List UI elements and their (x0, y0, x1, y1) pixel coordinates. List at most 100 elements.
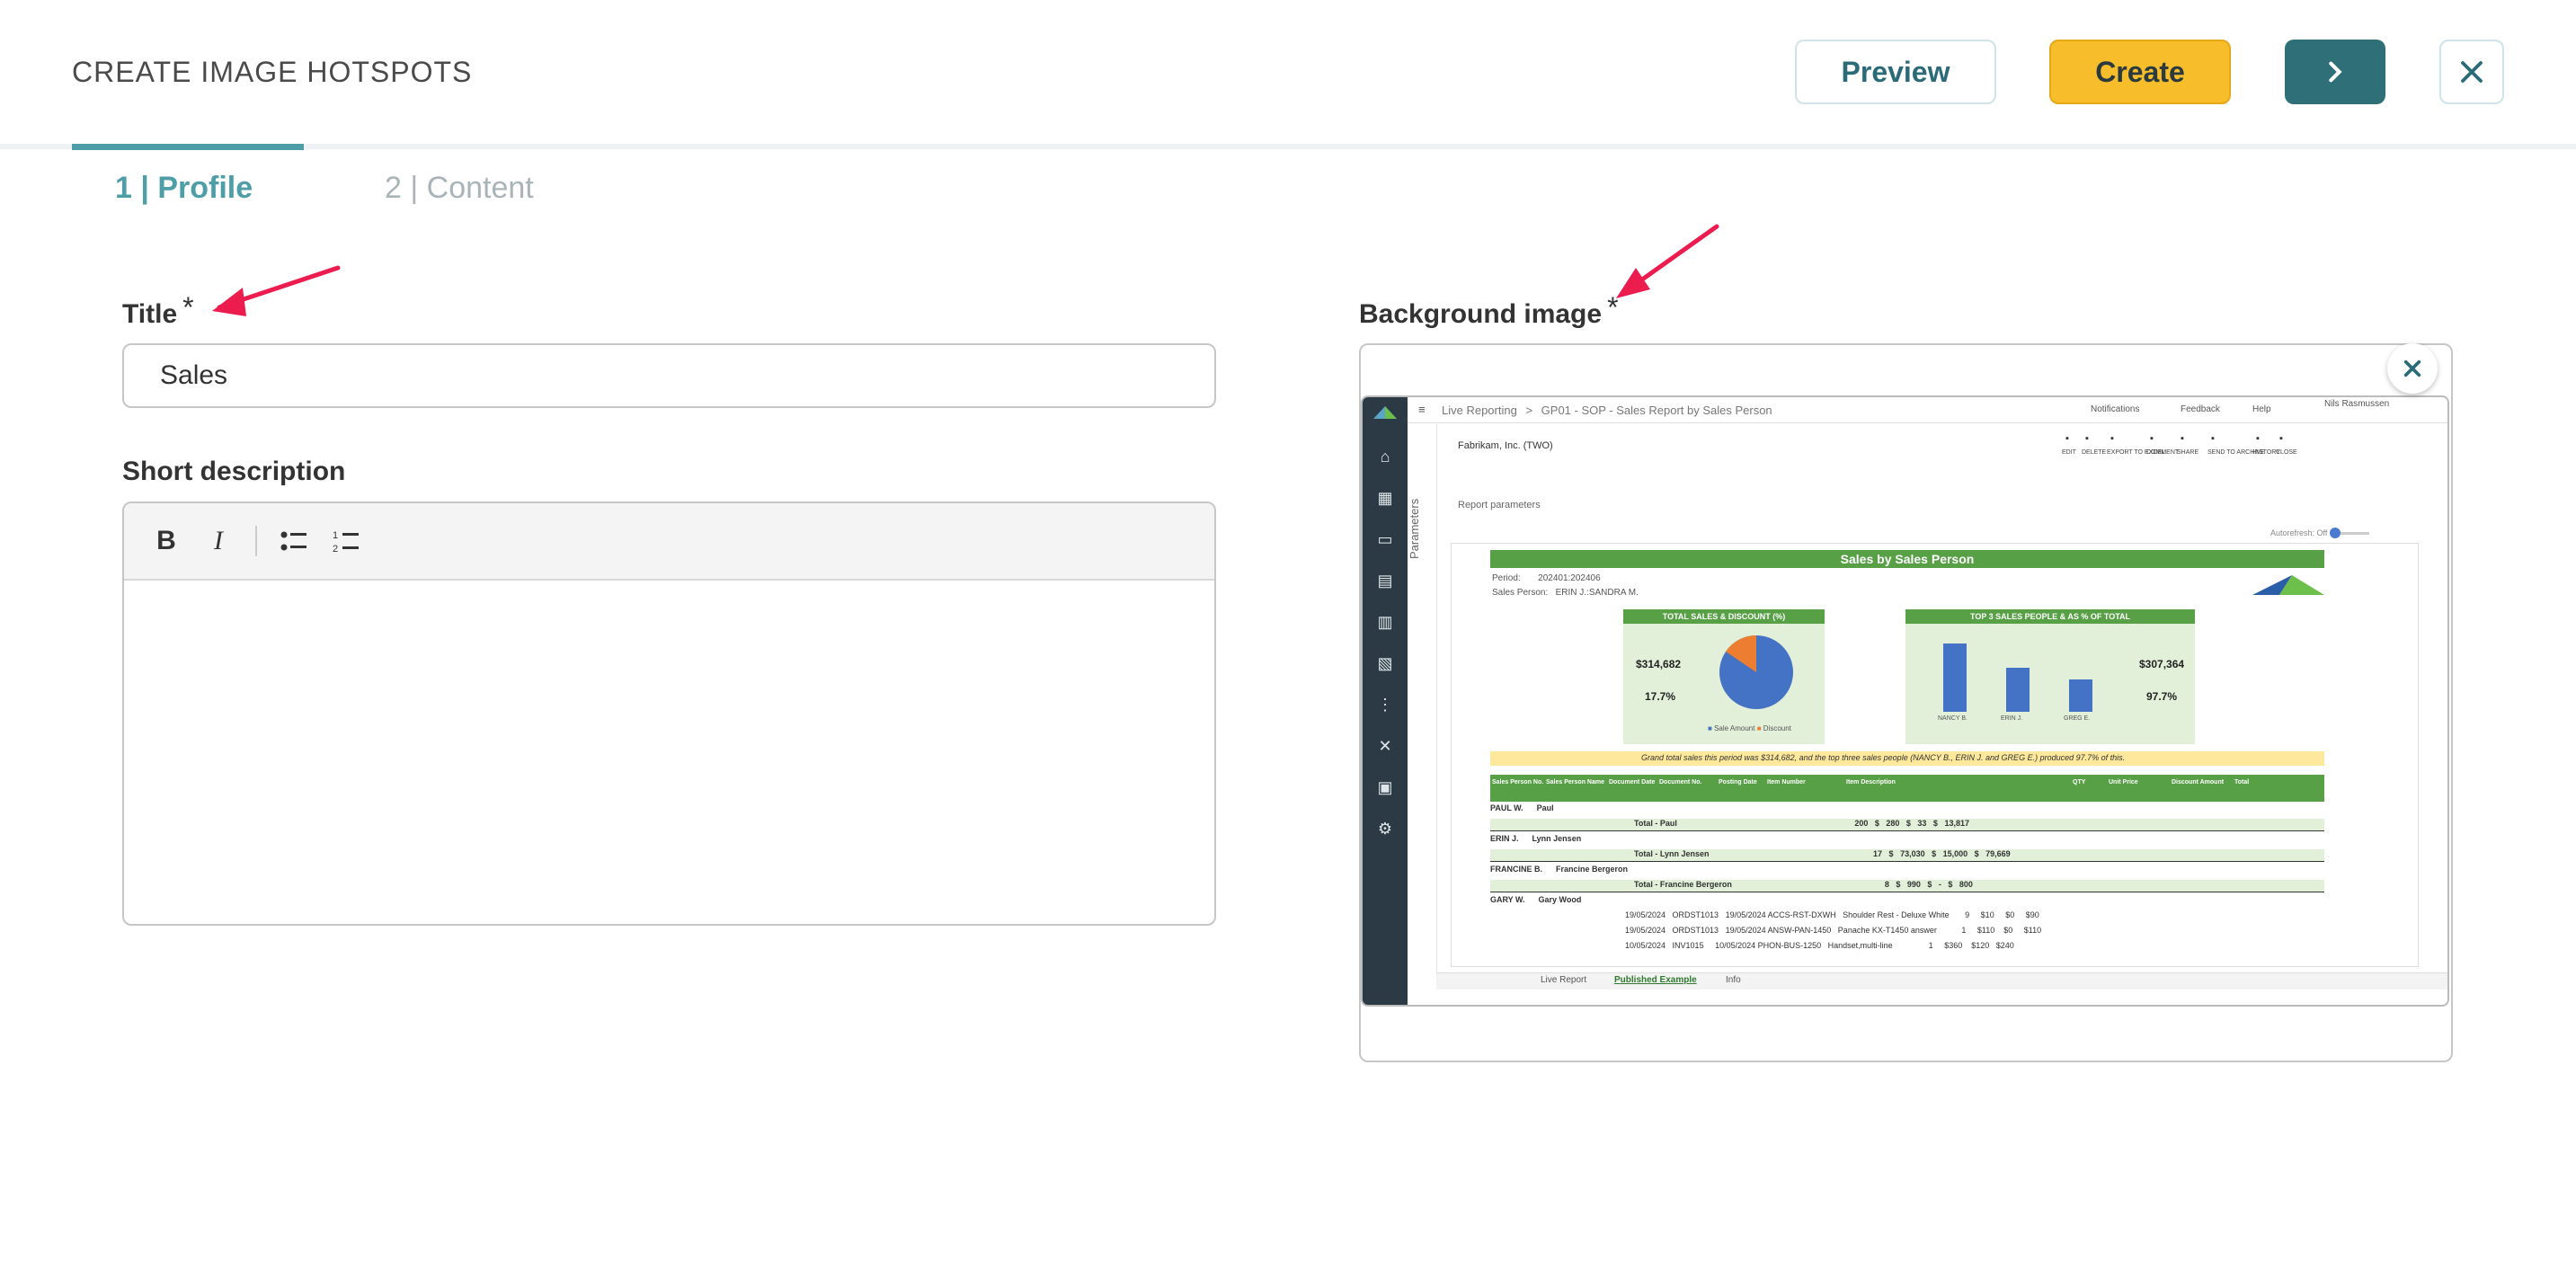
topbar-divider (1408, 422, 2447, 423)
table-row: GARY W. Gary Wood (1490, 895, 1582, 904)
bullet-list-icon (280, 531, 306, 551)
action-label: DELETE (2082, 449, 2107, 456)
action-icon: ▪ (2181, 433, 2184, 444)
menu-icon: ≡ (1418, 403, 1426, 416)
building-icon: ▦ (1377, 489, 1393, 507)
table-column-header: Item Number (1767, 779, 1806, 785)
table-column-header: Unit Price (2109, 779, 2138, 785)
table-column-header: Posting Date (1719, 779, 1757, 785)
bullet-list-button[interactable] (279, 526, 309, 556)
table-column-header: Total (2234, 779, 2250, 785)
table-column-header: QTY (2073, 779, 2086, 785)
action-icon: ▪ (2211, 433, 2215, 444)
numbered-list-icon: 12 (333, 530, 359, 554)
action-label: COMMENT (2146, 449, 2180, 456)
user-name: Nils Rasmussen (2324, 399, 2390, 409)
svg-text:2: 2 (333, 544, 338, 554)
table-column-header: Document Date (1609, 779, 1656, 785)
table-column-header: Discount Amount (2172, 779, 2225, 785)
table-row: Total - Francine Bergeron 8 $ 990 $ - $ … (1490, 880, 2324, 892)
app-sidebar: ⌂ ▦ ▭ ▤ ▥ ▧ ⋮ ✕ ▣ ⚙ (1363, 397, 1408, 1005)
close-button[interactable] (2439, 40, 2504, 104)
action-label: CLOSE (2276, 449, 2297, 456)
next-button[interactable] (2285, 40, 2385, 104)
action-icon: ▪ (2110, 433, 2114, 444)
breadcrumb-page: GP01 - SOP - Sales Report by Sales Perso… (1541, 404, 1772, 417)
table-row: Total - Paul 200 $ 280 $ 33 $ 13,817 (1490, 819, 2324, 831)
bar-label: GREG E. (2064, 715, 2091, 722)
close-icon (2403, 359, 2421, 377)
gear-icon: ⚙ (1377, 820, 1393, 838)
title-input[interactable]: Sales (122, 343, 1216, 408)
sheet-tab-info: Info (1726, 975, 1741, 985)
autorefresh-label: Autorefresh: Off (2270, 528, 2328, 537)
annotation-arrow-title (212, 265, 341, 316)
bar-label: NANCY B. (1938, 715, 1968, 722)
bar-percent: 97.7% (2146, 690, 2178, 703)
svg-text:1: 1 (333, 530, 338, 541)
logo-icon (1373, 406, 1397, 419)
bar-mark (1943, 643, 1967, 712)
bar-mark (2006, 667, 2030, 712)
user-doc-icon: ▧ (1377, 654, 1393, 672)
title-label-text: Title (122, 299, 178, 329)
preview-button[interactable]: Preview (1795, 40, 1996, 104)
tools-icon: ✕ (1378, 737, 1392, 755)
action-label: EDIT (2062, 449, 2076, 456)
close-icon (2461, 61, 2483, 83)
chevron-right-icon (2329, 61, 2342, 83)
table-row: Total - Lynn Jensen 17 $ 73,030 $ 15,000… (1490, 849, 2324, 862)
archive-icon: ▣ (1377, 778, 1393, 796)
table-column-header: Sales Person Name (1546, 779, 1604, 785)
table-column-header: Item Description (1846, 779, 1896, 785)
bar-title: TOP 3 SALES PEOPLE & AS % OF TOTAL (1905, 609, 2195, 624)
company-logo-icon (2252, 575, 2324, 595)
bold-button[interactable]: B (151, 526, 182, 556)
numbered-list-button[interactable]: 12 (331, 526, 361, 556)
header-divider (0, 144, 2576, 149)
short-description-editor[interactable]: B I 12 (122, 501, 1216, 926)
sales-person-filter: Sales Person: ERIN J.:SANDRA M. (1492, 588, 1639, 598)
bar-total: $307,364 (2139, 658, 2185, 670)
bar-mark (2069, 679, 2092, 712)
pie-title: TOTAL SALES & DISCOUNT (%) (1623, 609, 1825, 624)
background-image-label-text: Background image (1359, 299, 1603, 329)
clipboard-icon: ▭ (1377, 530, 1393, 548)
annotation-arrow-background (1616, 224, 1719, 298)
breadcrumb-separator: > (1525, 404, 1533, 417)
tab-profile[interactable]: 1 | Profile (115, 171, 253, 206)
company-selector: Fabrikam, Inc. (TWO) (1458, 440, 1553, 451)
autorefresh-knob (2330, 528, 2341, 538)
pie-legend: ■ Sale Amount ■ Discount (1708, 724, 1791, 732)
remove-image-button[interactable] (2387, 343, 2438, 394)
period-label-text: Period: (1492, 573, 1521, 583)
help-link: Help (2252, 404, 2271, 414)
toolbar-separator (255, 526, 257, 556)
action-icon: ▪ (2279, 433, 2283, 444)
pie-legend-discount: Discount (1763, 724, 1791, 732)
background-image-label: Background image * (1359, 291, 1619, 330)
pie-chart (1719, 635, 1793, 709)
parameters-label: Parameters (1408, 498, 1421, 559)
period-value: 202401:202406 (1538, 573, 1601, 583)
report-parameters: Report parameters (1458, 500, 1541, 510)
required-marker: * (182, 291, 194, 324)
action-icon: ▪ (2065, 433, 2069, 444)
pie-legend-sales: Sale Amount (1714, 724, 1755, 732)
period-label: Period: 202401:202406 (1492, 573, 1601, 583)
sheet-tab-published-example: Published Example (1614, 975, 1697, 985)
create-button[interactable]: Create (2049, 40, 2231, 104)
report-title: Sales by Sales Person (1490, 550, 2324, 568)
notifications-link: Notifications (2091, 404, 2140, 414)
background-image-preview: ⌂ ▦ ▭ ▤ ▥ ▧ ⋮ ✕ ▣ ⚙ ≡ Live Reporting > G… (1361, 395, 2449, 1007)
action-icon: ▪ (2256, 433, 2260, 444)
table-column-header: Sales Person No. (1492, 779, 1544, 785)
pie-percent: 17.7% (1645, 690, 1676, 703)
breadcrumb-root: Live Reporting (1442, 404, 1517, 417)
table-row: 10/05/2024 INV1015 10/05/2024 PHON-BUS-1… (1625, 941, 2014, 950)
italic-button[interactable]: I (203, 526, 234, 556)
report-icon: ▤ (1377, 572, 1393, 590)
tab-content[interactable]: 2 | Content (385, 171, 534, 206)
feedback-link: Feedback (2181, 404, 2220, 414)
table-column-header: Document No. (1659, 779, 1702, 785)
